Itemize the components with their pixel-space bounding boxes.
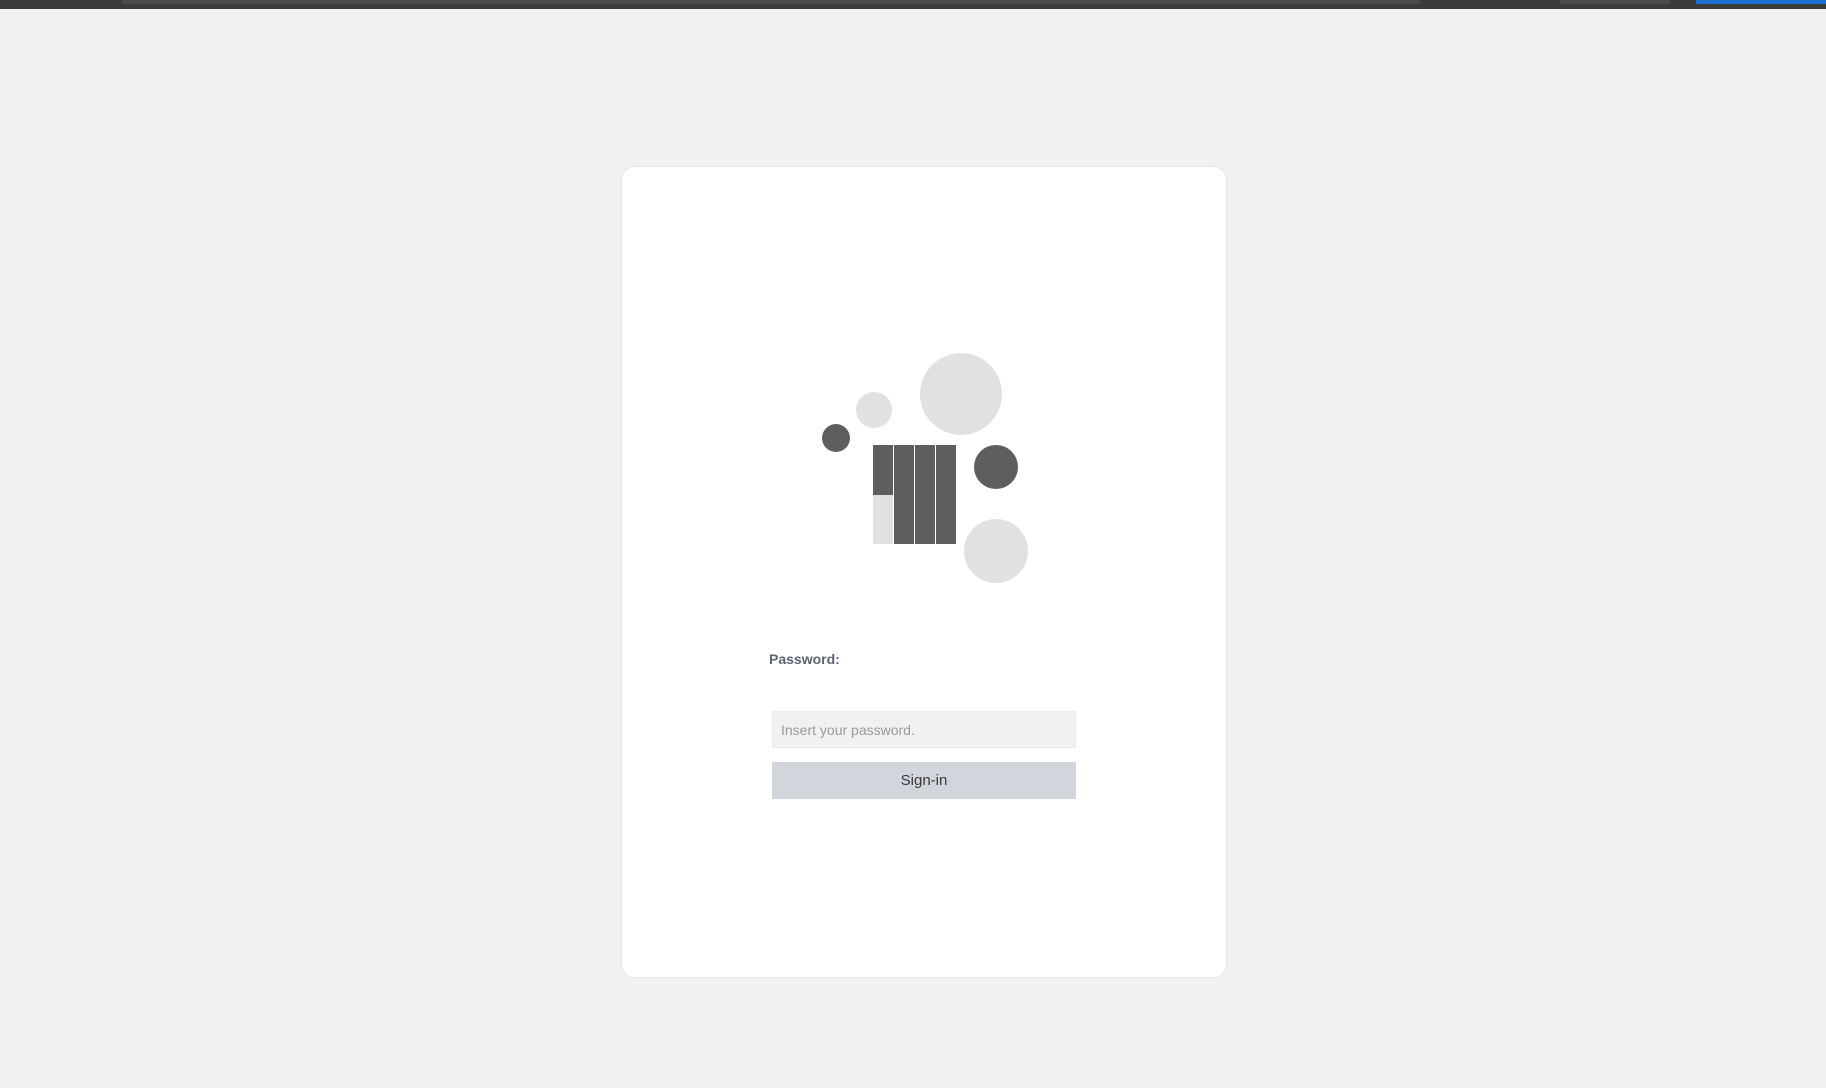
- logo-bar-1-top: [873, 445, 893, 495]
- logo-circle-small: [856, 392, 892, 428]
- top-bar-segment: [122, 0, 1420, 4]
- app-logo-icon: [822, 353, 1028, 583]
- logo-bar-1-bottom: [873, 495, 893, 544]
- top-bar-segment: [1560, 0, 1670, 4]
- logo-bar-2: [894, 445, 914, 544]
- logo-circle-dark-medium: [974, 445, 1018, 489]
- logo-bar-4: [936, 445, 956, 544]
- password-label: Password:: [769, 651, 840, 667]
- logo-circle-dark-small: [822, 424, 850, 452]
- top-bar-accent: [1696, 0, 1826, 4]
- logo-bar-3: [915, 445, 935, 544]
- login-card: Password: Sign-in: [621, 166, 1227, 978]
- top-bar: [0, 0, 1826, 9]
- sign-in-button[interactable]: Sign-in: [772, 762, 1076, 799]
- password-input[interactable]: [772, 711, 1076, 748]
- logo-circle-large: [920, 353, 1002, 435]
- logo-circle-bottom: [964, 519, 1028, 583]
